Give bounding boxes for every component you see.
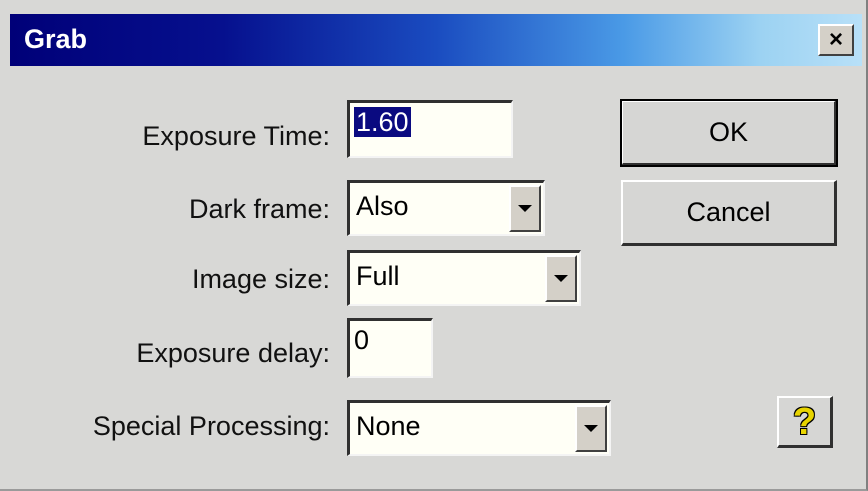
grab-dialog: Grab × Exposure Time: 1.60 Dark frame: A… [0,0,868,491]
image-size-value: Full [356,261,400,291]
chevron-down-icon [584,425,598,432]
exposure-delay-value: 0 [354,325,370,355]
title-bar[interactable]: Grab × [10,14,862,66]
special-processing-dropdown-button[interactable] [575,405,607,452]
close-button[interactable]: × [818,24,854,56]
ok-button[interactable]: OK [620,99,838,167]
dark-frame-value: Also [356,191,409,221]
window-title: Grab [24,24,88,54]
close-icon: × [828,26,843,53]
exposure-delay-label: Exposure delay: [136,338,330,368]
help-button[interactable]: ? [777,396,833,448]
exposure-delay-input[interactable]: 0 [347,318,433,378]
dark-frame-label: Dark frame: [188,194,330,224]
special-processing-value: None [356,411,421,441]
exposure-time-label: Exposure Time: [142,121,330,151]
special-processing-label: Special Processing: [92,411,330,441]
dark-frame-select[interactable]: Also [347,180,545,236]
chevron-down-icon [518,205,532,212]
cancel-button-label: Cancel [686,197,771,227]
chevron-down-icon [554,275,568,282]
help-icon: ? [792,400,817,443]
image-size-label: Image size: [191,264,330,294]
image-size-select[interactable]: Full [347,250,581,306]
exposure-time-value: 1.60 [354,107,411,137]
dark-frame-dropdown-button[interactable] [509,185,541,232]
special-processing-select[interactable]: None [347,400,611,456]
exposure-time-input[interactable]: 1.60 [347,100,513,158]
cancel-button[interactable]: Cancel [621,180,837,246]
ok-button-label: OK [708,117,748,147]
image-size-dropdown-button[interactable] [545,255,577,302]
